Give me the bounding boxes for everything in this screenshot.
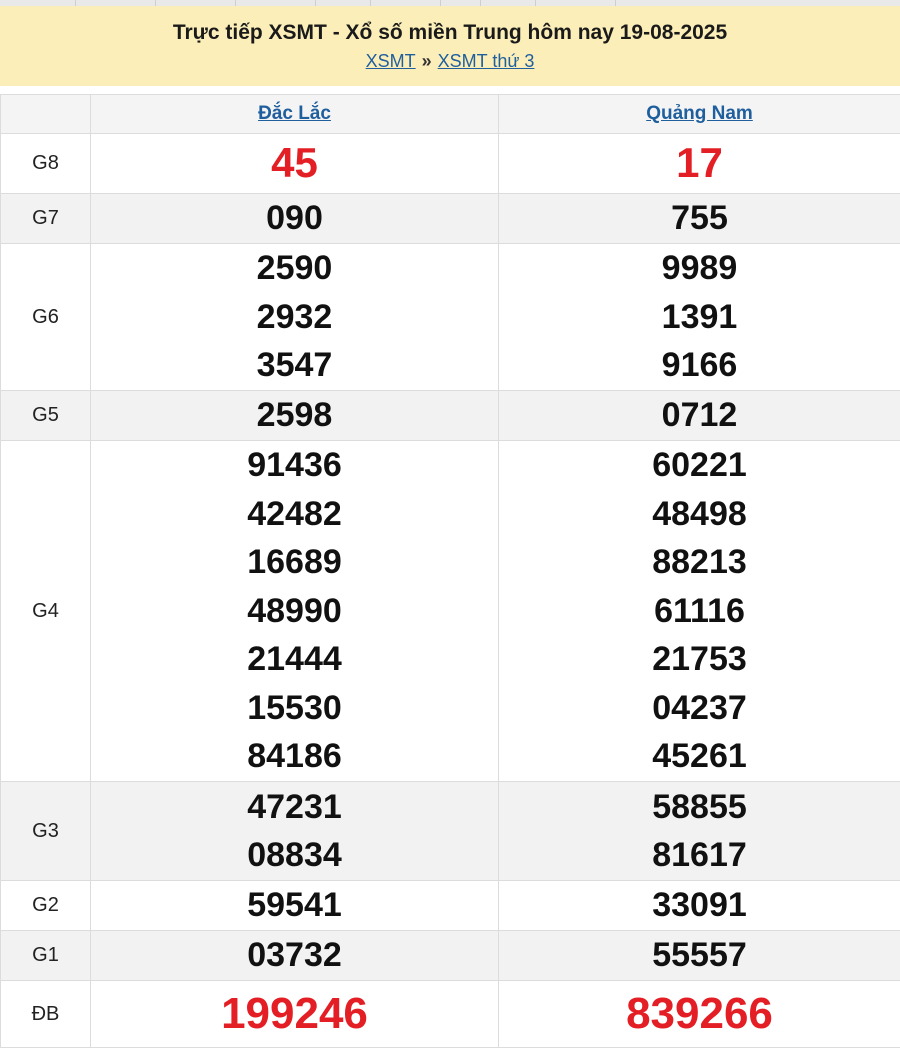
prize-number: 2932 [91,293,498,342]
prize-label: G1 [1,931,91,981]
results-table: Đắc Lắc Quảng Nam G84517G7090755G6259029… [0,94,900,1048]
province-header: Quảng Nam [499,95,900,134]
prize-number: 9166 [499,341,900,390]
prize-row-g1: G10373255557 [1,931,900,981]
prize-cell: 5885581617 [499,782,900,881]
page-title: Trực tiếp XSMT - Xổ số miền Trung hôm na… [0,21,900,45]
prize-cell: 090 [91,194,499,244]
prize-cell: 45 [91,134,499,194]
prize-label: G4 [1,441,91,782]
prize-cell: 2598 [91,391,499,441]
prize-cell: 60221484988821361116217530423745261 [499,441,900,782]
breadcrumb-separator: » [422,51,432,71]
prize-label: ĐB [1,981,91,1048]
prize-number: 15530 [91,684,498,733]
prize-number: 0712 [499,391,900,440]
prize-cell: 4723108834 [91,782,499,881]
prize-number: 2598 [91,391,498,440]
breadcrumb-link-xsmt-thu-3[interactable]: XSMT thứ 3 [438,51,535,71]
province-header: Đắc Lắc [91,95,499,134]
prize-number: 21753 [499,635,900,684]
prize-row-g8: G84517 [1,134,900,194]
prize-number: 16689 [91,538,498,587]
prize-number: 17 [499,139,900,188]
prize-number: 59541 [91,881,498,930]
breadcrumb-link-xsmt[interactable]: XSMT [366,51,416,71]
prize-row-g2: G25954133091 [1,881,900,931]
breadcrumb: XSMT » XSMT thứ 3 [0,51,900,72]
prize-number: 33091 [499,881,900,930]
prize-number: 61116 [499,587,900,636]
prize-number: 81617 [499,831,900,880]
prize-row-g6: G6259029323547998913919166 [1,244,900,391]
prize-row-g5: G525980712 [1,391,900,441]
prize-number: 48498 [499,490,900,539]
prize-cell: 839266 [499,981,900,1048]
prize-number: 60221 [499,441,900,490]
special-prize-number: 199246 [91,990,498,1039]
prize-label: G5 [1,391,91,441]
prize-label: G7 [1,194,91,244]
special-prize-number: 839266 [499,990,900,1039]
prize-number: 55557 [499,931,900,980]
prize-number: 755 [499,194,900,243]
table-corner-cell [1,95,91,134]
prize-row-g3: G347231088345885581617 [1,782,900,881]
prize-number: 03732 [91,931,498,980]
prize-number: 91436 [91,441,498,490]
prize-number: 2590 [91,244,498,293]
prize-number: 48990 [91,587,498,636]
prize-number: 84186 [91,732,498,781]
prize-number: 47231 [91,783,498,832]
prize-row-g7: G7090755 [1,194,900,244]
prize-number: 45 [91,139,498,188]
prize-number: 090 [91,194,498,243]
prize-cell: 998913919166 [499,244,900,391]
prize-number: 04237 [499,684,900,733]
prize-label: G6 [1,244,91,391]
prize-label: G2 [1,881,91,931]
results-header: Trực tiếp XSMT - Xổ số miền Trung hôm na… [0,6,900,86]
prize-number: 88213 [499,538,900,587]
prize-cell: 55557 [499,931,900,981]
prize-cell: 33091 [499,881,900,931]
prize-number: 21444 [91,635,498,684]
prize-number: 08834 [91,831,498,880]
prize-label: G8 [1,134,91,194]
prize-number: 58855 [499,783,900,832]
prize-row-db: ĐB199246839266 [1,981,900,1048]
prize-cell: 91436424821668948990214441553084186 [91,441,499,782]
province-link-dac-lac[interactable]: Đắc Lắc [258,103,331,124]
prize-cell: 755 [499,194,900,244]
prize-number: 45261 [499,732,900,781]
prize-cell: 17 [499,134,900,194]
province-link-quang-nam[interactable]: Quảng Nam [646,103,753,124]
prize-number: 42482 [91,490,498,539]
prize-cell: 03732 [91,931,499,981]
prize-number: 9989 [499,244,900,293]
prize-label: G3 [1,782,91,881]
prize-cell: 259029323547 [91,244,499,391]
prize-row-g4: G491436424821668948990214441553084186602… [1,441,900,782]
prize-cell: 0712 [499,391,900,441]
prize-number: 1391 [499,293,900,342]
prize-cell: 199246 [91,981,499,1048]
prize-number: 3547 [91,341,498,390]
prize-cell: 59541 [91,881,499,931]
